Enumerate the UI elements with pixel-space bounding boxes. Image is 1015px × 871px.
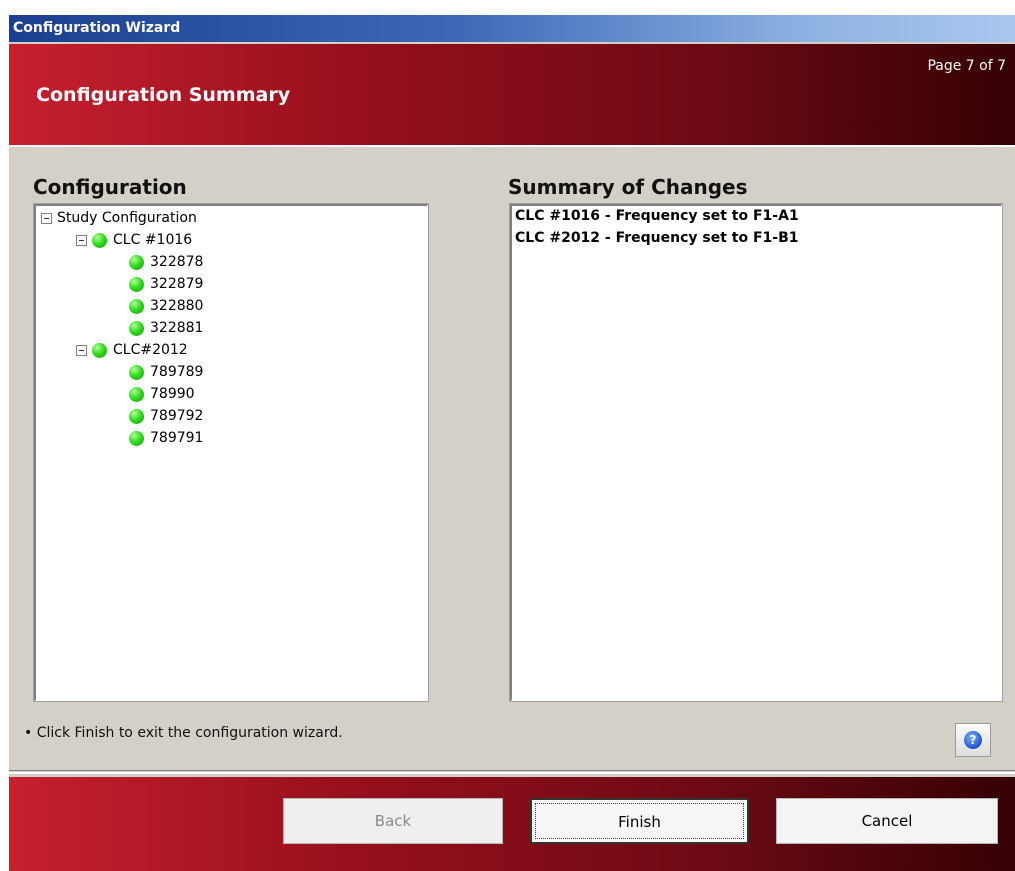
tree-node-item[interactable]: 322881 xyxy=(129,317,203,339)
tree-node-label: CLC#2012 xyxy=(113,342,188,358)
tree-node-group[interactable]: CLC #1016 xyxy=(76,229,192,251)
window-titlebar[interactable]: Configuration Wizard xyxy=(9,15,1015,42)
tree-node-item[interactable]: 789791 xyxy=(129,427,203,449)
green-status-icon xyxy=(129,320,144,336)
tree-node-item[interactable]: 322879 xyxy=(129,273,203,295)
tree-node-item[interactable]: 322878 xyxy=(129,251,203,273)
summary-of-changes-list[interactable]: CLC #1016 - Frequency set to F1-A1 CLC #… xyxy=(510,204,1002,701)
wizard-window: Configuration Wizard Configuration Summa… xyxy=(9,15,1015,871)
tree-node-label: 322880 xyxy=(150,298,204,314)
green-status-icon xyxy=(92,232,107,248)
tree-node-label: 322881 xyxy=(150,320,204,336)
wizard-header: Configuration Summary Page 7 of 7 xyxy=(9,44,1015,145)
configuration-tree[interactable]: Study Configuration CLC #1016 322878 322… xyxy=(34,204,428,701)
header-divider xyxy=(9,145,1015,147)
focus-ring xyxy=(535,803,744,839)
tree-node-label: 322879 xyxy=(150,276,204,292)
cancel-button[interactable]: Cancel xyxy=(776,798,998,844)
tree-node-label: 322878 xyxy=(150,254,204,270)
wizard-footer: Back Finish Cancel xyxy=(9,777,1015,871)
tree-node-label: CLC #1016 xyxy=(113,232,193,248)
collapse-toggle-icon[interactable] xyxy=(76,344,87,356)
green-status-icon xyxy=(92,342,107,358)
green-status-icon xyxy=(129,298,144,314)
change-item: CLC #2012 - Frequency set to F1-B1 xyxy=(515,230,799,246)
green-status-icon xyxy=(129,408,144,424)
footer-divider xyxy=(9,770,1015,774)
tree-node-group[interactable]: CLC#2012 xyxy=(76,339,188,361)
back-button[interactable]: Back xyxy=(283,798,503,844)
tree-node-item[interactable]: 322880 xyxy=(129,295,203,317)
collapse-toggle-icon[interactable] xyxy=(41,212,52,224)
help-button[interactable]: ? xyxy=(955,723,991,757)
tree-node-item[interactable]: 789789 xyxy=(129,361,203,383)
page-title: Configuration Summary xyxy=(36,84,291,106)
summary-heading: Summary of Changes xyxy=(508,175,748,199)
configuration-heading: Configuration xyxy=(33,175,187,199)
tree-node-root[interactable]: Study Configuration xyxy=(41,207,197,229)
finish-button[interactable]: Finish xyxy=(530,798,749,844)
change-item: CLC #1016 - Frequency set to F1-A1 xyxy=(515,208,799,224)
collapse-toggle-icon[interactable] xyxy=(76,234,87,246)
instruction-hint: • Click Finish to exit the configuration… xyxy=(24,725,343,741)
question-icon: ? xyxy=(964,731,982,749)
green-status-icon xyxy=(129,254,144,270)
tree-node-label: 789791 xyxy=(150,430,204,446)
tree-node-label: 789789 xyxy=(150,364,204,380)
green-status-icon xyxy=(129,430,144,446)
tree-node-label: Study Configuration xyxy=(57,210,197,226)
green-status-icon xyxy=(129,276,144,292)
tree-node-item[interactable]: 789792 xyxy=(129,405,203,427)
page-indicator: Page 7 of 7 xyxy=(927,58,1006,74)
green-status-icon xyxy=(129,386,144,402)
tree-node-item[interactable]: 78990 xyxy=(129,383,195,405)
green-status-icon xyxy=(129,364,144,380)
tree-node-label: 789792 xyxy=(150,408,204,424)
tree-node-label: 78990 xyxy=(150,386,195,402)
